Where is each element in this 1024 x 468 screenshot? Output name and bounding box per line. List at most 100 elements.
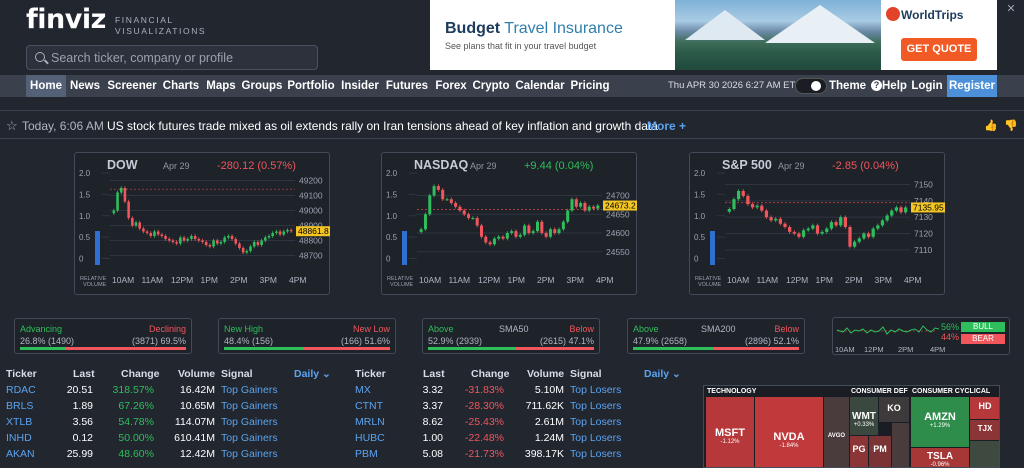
thumbs-up-icon[interactable]: 👍 bbox=[984, 119, 998, 132]
theme-toggle[interactable] bbox=[795, 78, 827, 94]
tile-ko[interactable]: KO bbox=[879, 397, 909, 422]
tile-hd[interactable]: HD bbox=[970, 397, 999, 419]
signal-cell[interactable]: Top Gainers bbox=[221, 432, 278, 444]
chart-nasdaq[interactable]: NASDAQ Apr 29 +9.44 (0.04%) 24700 24650 24600… bbox=[381, 152, 637, 295]
tile-wmt[interactable]: WMT +0.33% bbox=[850, 397, 878, 435]
nav-pricing[interactable]: Pricing bbox=[568, 75, 612, 97]
get-quote-button[interactable]: GET QUOTE bbox=[901, 38, 977, 61]
period-select[interactable]: Daily ⌄ bbox=[294, 368, 331, 380]
candle bbox=[811, 225, 815, 229]
ticker-cell[interactable]: AKAN bbox=[6, 448, 35, 460]
chart-dow[interactable]: DOW Apr 29 -280.12 (0.57%) 49200 49100 49000 4… bbox=[74, 152, 330, 295]
tile-nvda[interactable]: NVDA -1.84% bbox=[755, 397, 823, 467]
nav-groups[interactable]: Groups bbox=[240, 75, 284, 97]
news-headline[interactable]: US stock futures trade mixed as oil exte… bbox=[107, 119, 658, 133]
tile-avgo[interactable]: AVGO bbox=[824, 397, 849, 467]
signal-cell[interactable]: Top Losers bbox=[570, 448, 621, 460]
tile-pg[interactable]: PG bbox=[850, 436, 868, 467]
y-tick-label: 48700 bbox=[299, 251, 323, 261]
candle bbox=[484, 236, 488, 243]
nav-charts[interactable]: Charts bbox=[160, 75, 202, 97]
market-heatmap[interactable]: TECHNOLOGY CONSUMER DEF CONSUMER CYCLICA… bbox=[703, 385, 1000, 468]
ticker-cell[interactable]: BRLS bbox=[6, 400, 33, 412]
ticker-cell[interactable]: PBM bbox=[355, 448, 378, 460]
col-change[interactable]: Change bbox=[121, 368, 160, 380]
ticker-cell[interactable]: RDAC bbox=[6, 384, 36, 396]
theme-label[interactable]: Theme bbox=[829, 75, 866, 97]
tile-tjx[interactable]: TJX bbox=[970, 420, 999, 440]
tile-small[interactable] bbox=[892, 423, 909, 467]
help-icon[interactable]: ? bbox=[871, 80, 882, 91]
ticker-cell[interactable]: CTNT bbox=[355, 400, 383, 412]
breadth-mid-label: SMA50 bbox=[499, 324, 529, 334]
search-input[interactable] bbox=[51, 49, 311, 67]
ticker-cell[interactable]: MX bbox=[355, 384, 371, 396]
col-volume[interactable]: Volume bbox=[178, 368, 215, 380]
ad-close-icon[interactable]: ✕ bbox=[1004, 2, 1018, 16]
volume-tick-label: 1.5 bbox=[694, 190, 706, 199]
thumbs-down-icon[interactable]: 👎 bbox=[1004, 119, 1018, 132]
nav-news[interactable]: News bbox=[66, 75, 104, 97]
breadth-advancing[interactable]: Advancing Declining 26.8% (1490) (3871) … bbox=[14, 318, 192, 354]
change-cell: -28.30% bbox=[464, 400, 504, 412]
signal-cell[interactable]: Top Losers bbox=[570, 432, 621, 444]
nav-futures[interactable]: Futures bbox=[382, 75, 432, 97]
col-ticker[interactable]: Ticker bbox=[6, 368, 37, 380]
register-button[interactable]: Register bbox=[947, 75, 997, 97]
ad-banner[interactable]: Budget Travel Insurance See plans that f… bbox=[430, 0, 881, 70]
y-tick-label: 7110 bbox=[914, 245, 933, 255]
breadth-sma50[interactable]: Above SMA50 Below 52.9% (2939) (2615) 47… bbox=[422, 318, 600, 354]
col-change[interactable]: Change bbox=[471, 368, 510, 380]
col-ticker[interactable]: Ticker bbox=[355, 368, 386, 380]
signal-cell[interactable]: Top Gainers bbox=[221, 448, 278, 460]
candle bbox=[289, 230, 293, 232]
col-signal[interactable]: Signal bbox=[570, 368, 602, 380]
signal-cell[interactable]: Top Gainers bbox=[221, 400, 278, 412]
col-last[interactable]: Last bbox=[423, 368, 445, 380]
nav-crypto[interactable]: Crypto bbox=[470, 75, 512, 97]
star-icon: ☆ bbox=[6, 118, 18, 133]
nav-screener[interactable]: Screener bbox=[104, 75, 160, 97]
help-link[interactable]: Help bbox=[882, 75, 907, 97]
change-cell: -22.48% bbox=[464, 432, 504, 444]
nav-portfolio[interactable]: Portfolio bbox=[284, 75, 338, 97]
last-cell: 1.00 bbox=[422, 432, 443, 444]
tile-small-2[interactable] bbox=[970, 441, 999, 467]
tile-amzn[interactable]: AMZN +1.29% bbox=[911, 397, 969, 447]
ad-side[interactable]: WorldTrips GET QUOTE bbox=[881, 0, 997, 70]
nav-calendar[interactable]: Calendar bbox=[512, 75, 568, 97]
ticker-cell[interactable]: INHD bbox=[6, 432, 32, 444]
tile-pm[interactable]: PM bbox=[869, 436, 891, 467]
change-cell: 50.00% bbox=[118, 432, 154, 444]
candle bbox=[204, 242, 208, 245]
col-signal[interactable]: Signal bbox=[221, 368, 253, 380]
signal-cell[interactable]: Top Gainers bbox=[221, 416, 278, 428]
news-more-link[interactable]: More + bbox=[647, 119, 686, 133]
tile-tsla[interactable]: TSLA -0.96% bbox=[911, 448, 969, 467]
breadth-right-label: Below bbox=[774, 324, 799, 334]
tile-msft[interactable]: MSFT -1.12% bbox=[706, 397, 754, 467]
y-tick-label: 49200 bbox=[299, 176, 323, 186]
col-volume[interactable]: Volume bbox=[527, 368, 564, 380]
chart-sp500[interactable]: S&P 500 Apr 29 -2.85 (0.04%) 7150 7140 7130 71… bbox=[689, 152, 945, 295]
nav-maps[interactable]: Maps bbox=[202, 75, 240, 97]
nav-insider[interactable]: Insider bbox=[338, 75, 382, 97]
signal-cell[interactable]: Top Losers bbox=[570, 384, 621, 396]
ticker-cell[interactable]: MRLN bbox=[355, 416, 385, 428]
search-box[interactable] bbox=[26, 45, 318, 70]
signal-cell[interactable]: Top Losers bbox=[570, 400, 621, 412]
col-last[interactable]: Last bbox=[73, 368, 95, 380]
ticker-cell[interactable]: XTLB bbox=[6, 416, 32, 428]
breadth-new-high[interactable]: New High New Low 48.4% (156) (166) 51.6% bbox=[218, 318, 396, 354]
login-link[interactable]: Login bbox=[911, 75, 943, 97]
signal-cell[interactable]: Top Gainers bbox=[221, 384, 278, 396]
signal-cell[interactable]: Top Losers bbox=[570, 416, 621, 428]
candle bbox=[134, 222, 138, 226]
ticker-cell[interactable]: HUBC bbox=[355, 432, 385, 444]
sentiment-widget[interactable]: 56% 44% BULL BEAR 10AM 12PM 2PM 4PM bbox=[832, 317, 1010, 355]
nav-home[interactable]: Home bbox=[26, 75, 66, 97]
breadth-sma200[interactable]: Above SMA200 Below 47.9% (2658) (2896) 5… bbox=[627, 318, 805, 354]
finviz-logo[interactable]: finviz bbox=[26, 4, 106, 35]
period-select[interactable]: Daily ⌄ bbox=[644, 368, 681, 380]
nav-forex[interactable]: Forex bbox=[432, 75, 470, 97]
